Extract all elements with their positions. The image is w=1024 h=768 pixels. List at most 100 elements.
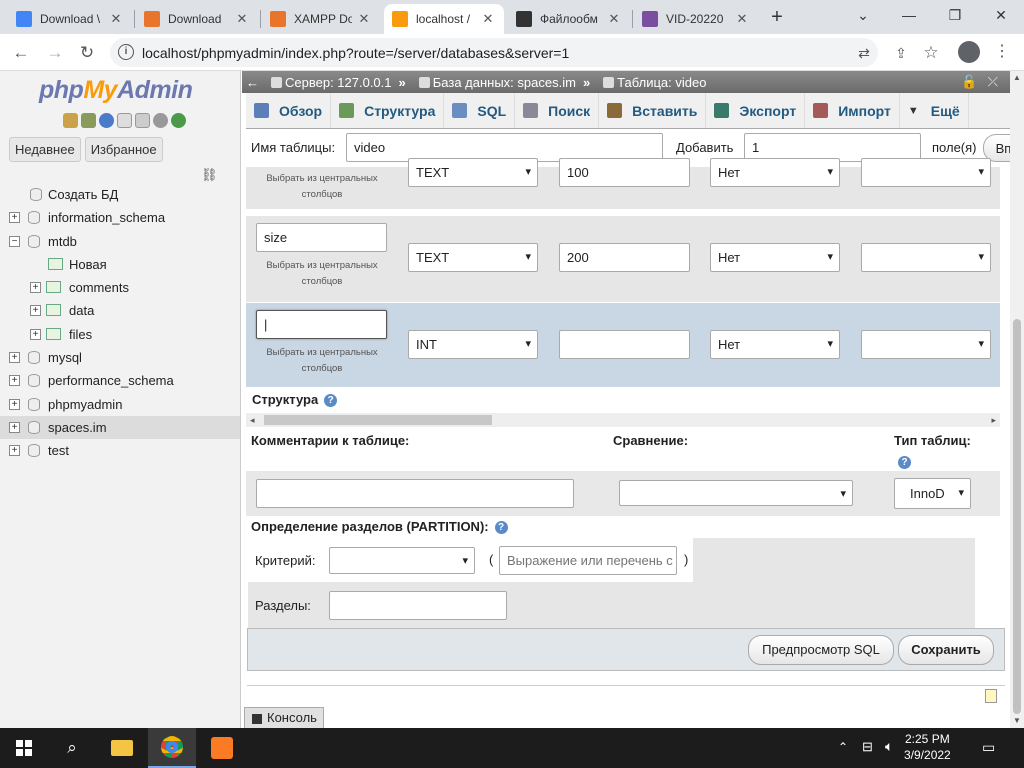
browser-tab[interactable]: localhost / ✕ (384, 4, 504, 34)
gear-icon[interactable] (153, 113, 168, 128)
column-type-select[interactable]: TEXT ▾ (408, 158, 538, 187)
tree-expander-icon[interactable]: + (30, 328, 41, 340)
tree-item[interactable]: + information_schema (0, 206, 240, 229)
column-collation-select[interactable]: ▾ (861, 158, 991, 187)
new-tab-button[interactable]: + (764, 4, 790, 30)
tree-expander-icon[interactable]: + (9, 398, 20, 410)
tab-insert[interactable]: Вставить (599, 93, 707, 128)
tab-export[interactable]: Экспорт (706, 93, 806, 128)
profile-avatar[interactable] (958, 41, 980, 63)
page-settings-icon[interactable] (985, 689, 997, 703)
help-icon[interactable]: ? (324, 394, 338, 408)
home-icon[interactable] (63, 113, 78, 128)
bookmark-star-icon[interactable]: ☆ (918, 40, 944, 66)
tree-expander-icon[interactable]: + (30, 305, 41, 317)
partition-expression-input[interactable]: Выражение или перечень с (499, 546, 677, 575)
tree-item[interactable]: + phpmyadmin (0, 393, 240, 416)
tree-item[interactable]: + test (0, 439, 240, 462)
central-columns-link[interactable]: Выбрать из центральных столбцов (247, 258, 397, 290)
tab-close-icon[interactable]: ✕ (356, 11, 372, 27)
tab-close-icon[interactable]: ✕ (234, 11, 250, 27)
tab-search-icon[interactable]: ⌄ (840, 0, 886, 30)
table-comments-input[interactable] (256, 479, 574, 508)
phpmyadmin-logo[interactable]: phpMyAdmin (39, 76, 193, 105)
tree-item[interactable]: Новая (0, 253, 240, 276)
breadcrumb-table[interactable]: Таблица: video (617, 75, 706, 90)
tab-more[interactable]: ▼ Ещё (900, 93, 969, 128)
scroll-left-icon[interactable]: ◂ (250, 415, 255, 426)
column-type-select[interactable]: INT ▾ (408, 330, 538, 359)
tree-expander-icon[interactable]: + (9, 352, 20, 364)
table-type-help-icon[interactable]: ? (898, 454, 911, 470)
tab-close-icon[interactable]: ✕ (108, 11, 124, 27)
console-tab[interactable]: Консоль (244, 707, 324, 728)
partitions-count-input[interactable] (329, 591, 507, 620)
column-length-input[interactable]: 200 (559, 243, 690, 272)
tree-expander-icon[interactable]: + (9, 421, 20, 433)
share-icon[interactable]: ⇪ (888, 40, 914, 66)
tab-search[interactable]: Поиск (515, 93, 600, 128)
xampp-icon[interactable] (198, 728, 246, 768)
collapse-icon[interactable]: ⤫ (988, 74, 998, 90)
tree-expander-icon[interactable]: + (30, 282, 41, 294)
close-window-button[interactable]: ✕ (978, 0, 1024, 30)
file-explorer-icon[interactable] (98, 728, 146, 768)
tab-close-icon[interactable]: ✕ (734, 11, 750, 27)
scroll-right-icon[interactable]: ▸ (991, 415, 996, 426)
windows-start-icon[interactable] (0, 728, 48, 768)
url-text[interactable]: localhost/phpmyadmin/index.php?route=/se… (142, 45, 569, 61)
tab-close-icon[interactable]: ✕ (606, 11, 622, 27)
tree-expander-icon[interactable]: − (9, 235, 20, 247)
refresh-icon[interactable] (171, 113, 186, 128)
url-omnibox[interactable]: i localhost/phpmyadmin/index.php?route=/… (110, 38, 878, 67)
breadcrumb-database[interactable]: База данных: spaces.im (433, 75, 576, 90)
browser-tab[interactable]: VID-20220 ✕ (634, 4, 758, 34)
column-default-select[interactable]: Нет ▾ (710, 243, 840, 272)
help-icon[interactable]: ? (494, 521, 508, 535)
restore-button[interactable]: ❐ (932, 0, 978, 30)
reload-icon[interactable]: ↻ (74, 40, 100, 66)
column-default-select[interactable]: Нет ▾ (710, 158, 840, 187)
partition-criterion-select[interactable]: ▾ (329, 547, 475, 574)
volume-icon[interactable]: 🔈︎ (885, 738, 893, 755)
table-collation-select[interactable]: ▾ (619, 480, 853, 506)
console-page-icon[interactable] (135, 113, 150, 128)
tab-browse[interactable]: Обзор (246, 93, 332, 128)
docs-icon[interactable] (117, 113, 132, 128)
forward-arrow-icon[interactable]: → (42, 40, 68, 66)
recent-tables-button[interactable]: Недавнее (9, 137, 81, 162)
tab-sql[interactable]: SQL (444, 93, 516, 128)
help-icon[interactable] (99, 113, 114, 128)
link-chain-icon[interactable]: ⛓ (201, 167, 218, 183)
translate-icon[interactable]: ⇄ (854, 43, 874, 63)
page-scrollbar[interactable]: ▲ ▼ (1010, 71, 1024, 728)
tree-item[interactable]: + spaces.im (0, 415, 240, 440)
menu-kebab-icon[interactable]: ⋮ (992, 40, 1012, 64)
tab-import[interactable]: Импорт (805, 93, 900, 128)
tree-expander-icon[interactable]: + (9, 375, 20, 387)
tree-item[interactable]: + files (0, 323, 240, 346)
notification-icon[interactable]: ▭ (982, 739, 995, 756)
clock[interactable]: 2:25 PM 3/9/2022 (904, 731, 951, 763)
network-icon[interactable]: ⊟ (862, 739, 873, 755)
lock-icon[interactable]: 🔓 (961, 74, 977, 90)
central-columns-link[interactable]: Выбрать из центральных столбцов (247, 171, 397, 203)
breadcrumb-server[interactable]: Сервер: 127.0.0.1 (285, 75, 392, 90)
column-collation-select[interactable]: ▾ (861, 330, 991, 359)
search-icon[interactable]: ⌕ (48, 728, 96, 768)
tree-expander-icon[interactable]: + (9, 212, 20, 224)
horizontal-scrollbar[interactable]: ◂ ▸ (246, 413, 1000, 427)
back-arrow-icon[interactable]: ← (8, 40, 34, 66)
tree-item[interactable]: − mtdb (0, 230, 240, 253)
storage-engine-select[interactable]: InnoD ▾ (894, 478, 971, 509)
site-info-icon[interactable]: i (118, 44, 134, 60)
tree-expander-icon[interactable]: + (9, 445, 20, 457)
favorite-tables-button[interactable]: Избранное (84, 137, 163, 162)
central-columns-link[interactable]: Выбрать из центральных столбцов (247, 345, 397, 377)
tab-structure[interactable]: Структура (331, 93, 445, 128)
save-button[interactable]: Сохранить (898, 635, 994, 665)
browser-tab[interactable]: Файлообм ✕ (508, 4, 630, 34)
column-length-input[interactable] (559, 330, 690, 359)
tray-chevron-icon[interactable]: ⌃ (838, 740, 848, 754)
column-collation-select[interactable]: ▾ (861, 243, 991, 272)
